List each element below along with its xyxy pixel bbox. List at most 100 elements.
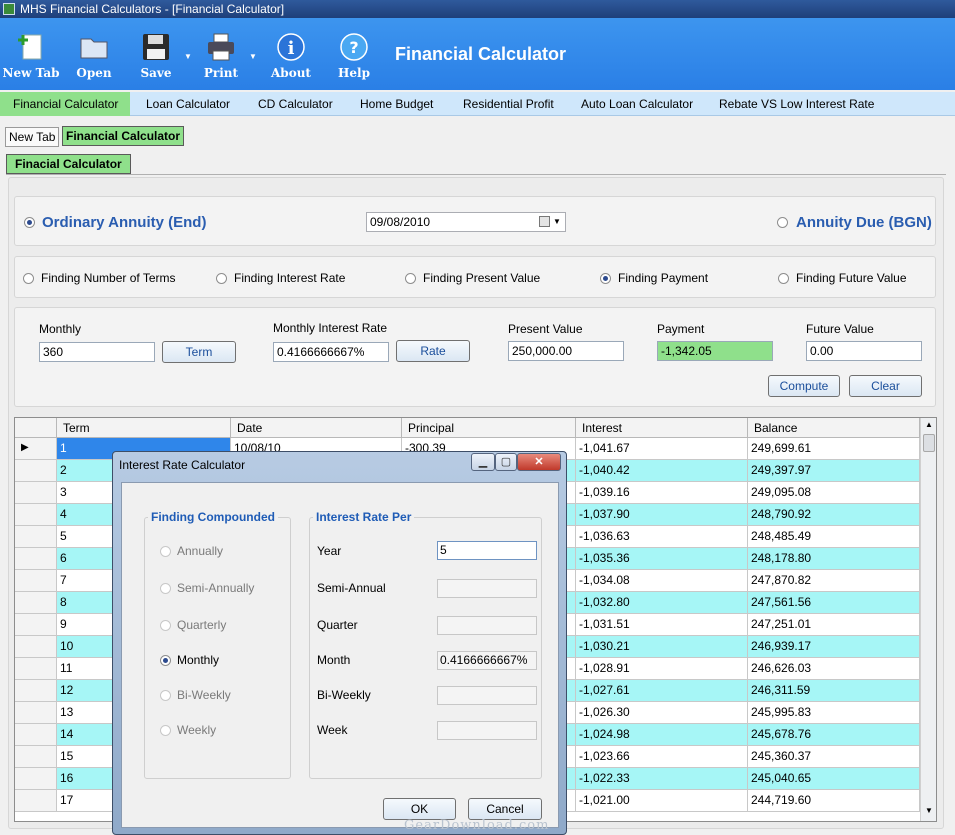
semi-annually-radio[interactable] xyxy=(160,583,171,594)
tab-financial-calculator[interactable]: Financial Calculator xyxy=(62,126,185,146)
grid-vertical-scrollbar[interactable]: ▲ ▼ xyxy=(920,418,936,821)
grid-cell-balance[interactable]: 246,939.17 xyxy=(748,636,920,658)
present-value-field[interactable]: 250,000.00 xyxy=(508,341,624,361)
finding-payment-radio[interactable] xyxy=(600,273,611,284)
scroll-down-arrow-icon[interactable]: ▼ xyxy=(925,806,933,815)
subtab-finacial-calculator[interactable]: Finacial Calculator xyxy=(6,154,131,174)
annually-radio[interactable] xyxy=(160,546,171,557)
menu-loan-calculator[interactable]: Loan Calculator xyxy=(146,92,230,116)
scroll-up-arrow-icon[interactable]: ▲ xyxy=(925,420,933,429)
semi-annual-rate-field[interactable] xyxy=(437,579,537,598)
grid-cell-balance[interactable]: 248,790.92 xyxy=(748,504,920,526)
grid-cell-interest[interactable]: -1,030.21 xyxy=(576,636,748,658)
menu-rebate-vs-low-interest-rate[interactable]: Rebate VS Low Interest Rate xyxy=(719,92,874,116)
grid-cell-balance[interactable]: 249,699.61 xyxy=(748,438,920,460)
rate-button[interactable]: Rate xyxy=(396,340,470,362)
column-header-principal[interactable]: Principal xyxy=(402,418,576,438)
grid-cell-balance[interactable]: 244,719.60 xyxy=(748,790,920,812)
row-header[interactable] xyxy=(15,658,57,680)
date-picker[interactable]: 09/08/2010 ▼ xyxy=(366,212,566,232)
row-header[interactable] xyxy=(15,702,57,724)
bi-weekly-rate-field[interactable] xyxy=(437,686,537,705)
year-rate-field[interactable]: 5 xyxy=(437,541,537,560)
finding-present-value-radio[interactable] xyxy=(405,273,416,284)
row-header[interactable] xyxy=(15,526,57,548)
grid-cell-balance[interactable]: 249,095.08 xyxy=(748,482,920,504)
row-header[interactable] xyxy=(15,724,57,746)
grid-cell-balance[interactable]: 249,397.97 xyxy=(748,460,920,482)
row-header[interactable] xyxy=(15,614,57,636)
grid-cell-interest[interactable]: -1,036.63 xyxy=(576,526,748,548)
monthly-interest-rate-field[interactable]: 0.4166666667% xyxy=(273,342,389,362)
grid-cell-balance[interactable]: 245,678.76 xyxy=(748,724,920,746)
grid-cell-interest[interactable]: -1,024.98 xyxy=(576,724,748,746)
column-header-interest[interactable]: Interest xyxy=(576,418,748,438)
grid-cell-interest[interactable]: -1,026.30 xyxy=(576,702,748,724)
column-header-balance[interactable]: Balance xyxy=(748,418,920,438)
close-button[interactable]: ✕ xyxy=(517,453,561,471)
finding-interest-rate-radio[interactable] xyxy=(216,273,227,284)
grid-cell-interest[interactable]: -1,035.36 xyxy=(576,548,748,570)
grid-cell-interest[interactable]: -1,031.51 xyxy=(576,614,748,636)
column-header-term[interactable]: Term xyxy=(57,418,231,438)
row-header[interactable] xyxy=(15,504,57,526)
ok-button[interactable]: OK xyxy=(383,798,456,820)
weekly-radio[interactable] xyxy=(160,725,171,736)
about-button[interactable]: i About xyxy=(261,32,321,80)
menu-auto-loan-calculator[interactable]: Auto Loan Calculator xyxy=(581,92,693,116)
row-header[interactable] xyxy=(15,746,57,768)
grid-cell-interest[interactable]: -1,037.90 xyxy=(576,504,748,526)
grid-cell-balance[interactable]: 246,311.59 xyxy=(748,680,920,702)
grid-cell-balance[interactable]: 248,485.49 xyxy=(748,526,920,548)
menu-cd-calculator[interactable]: CD Calculator xyxy=(258,92,333,116)
row-header[interactable] xyxy=(15,548,57,570)
tab-new-tab[interactable]: New Tab xyxy=(5,127,60,147)
row-header[interactable] xyxy=(15,636,57,658)
quarterly-radio[interactable] xyxy=(160,620,171,631)
month-rate-field[interactable]: 0.4166666667% xyxy=(437,651,537,670)
help-button[interactable]: ? Help xyxy=(324,32,384,80)
future-value-field[interactable]: 0.00 xyxy=(806,341,922,361)
menu-financial-calculator[interactable]: Financial Calculator xyxy=(0,92,130,116)
minimize-button[interactable]: ▁ xyxy=(471,453,495,471)
grid-cell-interest[interactable]: -1,040.42 xyxy=(576,460,748,482)
save-button[interactable]: Save xyxy=(126,32,186,80)
new-tab-button[interactable]: New Tab xyxy=(1,32,61,80)
grid-cell-interest[interactable]: -1,023.66 xyxy=(576,746,748,768)
print-button[interactable]: Print xyxy=(191,32,251,80)
grid-cell-interest[interactable]: -1,034.08 xyxy=(576,570,748,592)
grid-cell-balance[interactable]: 245,995.83 xyxy=(748,702,920,724)
menu-residential-profit[interactable]: Residential Profit xyxy=(463,92,554,116)
grid-cell-balance[interactable]: 247,870.82 xyxy=(748,570,920,592)
week-rate-field[interactable] xyxy=(437,721,537,740)
open-button[interactable]: Open xyxy=(64,32,124,80)
menu-home-budget[interactable]: Home Budget xyxy=(360,92,433,116)
row-header[interactable] xyxy=(15,482,57,504)
grid-cell-interest[interactable]: -1,022.33 xyxy=(576,768,748,790)
payment-field[interactable]: -1,342.05 xyxy=(657,341,773,361)
grid-cell-interest[interactable]: -1,021.00 xyxy=(576,790,748,812)
bi-weekly-radio[interactable] xyxy=(160,690,171,701)
grid-cell-interest[interactable]: -1,027.61 xyxy=(576,680,748,702)
grid-cell-interest[interactable]: -1,041.67 xyxy=(576,438,748,460)
term-button[interactable]: Term xyxy=(162,341,236,363)
compute-button[interactable]: Compute xyxy=(768,375,840,397)
annuity-due-radio[interactable] xyxy=(777,217,788,228)
print-dropdown-arrow[interactable]: ▼ xyxy=(249,52,257,61)
cancel-button[interactable]: Cancel xyxy=(468,798,542,820)
grid-cell-balance[interactable]: 246,626.03 xyxy=(748,658,920,680)
row-header[interactable] xyxy=(15,460,57,482)
grid-cell-balance[interactable]: 247,251.01 xyxy=(748,614,920,636)
row-header[interactable] xyxy=(15,790,57,812)
finding-future-value-radio[interactable] xyxy=(778,273,789,284)
row-header[interactable]: ▶ xyxy=(15,438,57,460)
row-header[interactable] xyxy=(15,680,57,702)
grid-cell-balance[interactable]: 245,040.65 xyxy=(748,768,920,790)
row-header[interactable] xyxy=(15,768,57,790)
row-header[interactable] xyxy=(15,592,57,614)
finding-number-of-terms-radio[interactable] xyxy=(23,273,34,284)
grid-cell-balance[interactable]: 248,178.80 xyxy=(748,548,920,570)
maximize-button[interactable]: ▢ xyxy=(495,453,517,471)
grid-cell-interest[interactable]: -1,032.80 xyxy=(576,592,748,614)
grid-cell-interest[interactable]: -1,028.91 xyxy=(576,658,748,680)
